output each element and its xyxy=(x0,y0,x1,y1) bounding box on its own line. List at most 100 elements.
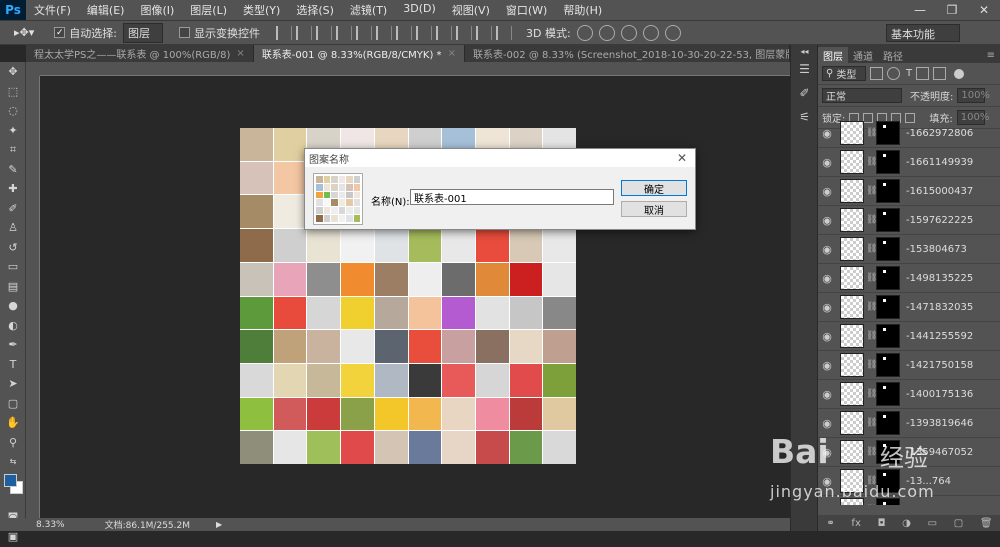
menu-item[interactable]: 3D(D) xyxy=(395,2,444,18)
layer-filter-dropdown[interactable]: ⚲ 类型 xyxy=(822,66,866,81)
swap-colors-icon[interactable]: ⇆ xyxy=(0,452,26,472)
status-menu-arrow-icon[interactable]: ▶ xyxy=(216,520,222,529)
visibility-eye-icon[interactable]: ◉ xyxy=(818,301,836,314)
roll-3d-icon[interactable] xyxy=(598,24,615,41)
mask-link-icon[interactable]: ⛓ xyxy=(866,302,877,312)
tab-channels[interactable]: 通道 xyxy=(848,47,878,63)
history-brush-tool-icon[interactable]: ↺ xyxy=(0,238,26,258)
healing-brush-tool-icon[interactable]: ✚ xyxy=(0,179,26,199)
mask-link-icon[interactable]: ⛓ xyxy=(866,215,877,225)
mask-link-icon[interactable]: ⛓ xyxy=(866,273,877,283)
visibility-eye-icon[interactable]: ◉ xyxy=(818,359,836,372)
layer-row[interactable]: ◉ ⛓ -1661149939 xyxy=(818,148,1000,177)
visibility-eye-icon[interactable]: ◉ xyxy=(818,417,836,430)
type-tool-icon[interactable]: T xyxy=(0,355,26,375)
close-icon[interactable]: ✕ xyxy=(968,0,1000,20)
workspace-dropdown[interactable]: 基本功能 xyxy=(886,24,960,42)
mask-link-icon[interactable]: ⛓ xyxy=(866,360,877,370)
visibility-eye-icon[interactable]: ◉ xyxy=(818,330,836,343)
opacity-input[interactable]: 100% xyxy=(957,88,990,103)
slide-3d-icon[interactable] xyxy=(642,24,659,41)
align-right-icon[interactable] xyxy=(375,25,392,40)
menu-item[interactable]: 窗口(W) xyxy=(498,2,555,18)
drag-3d-icon[interactable] xyxy=(620,24,637,41)
clone-stamp-tool-icon[interactable]: ♙ xyxy=(0,218,26,238)
visibility-eye-icon[interactable]: ◉ xyxy=(818,388,836,401)
blur-tool-icon[interactable]: ● xyxy=(0,296,26,316)
layer-name[interactable]: -1661149939 xyxy=(906,157,973,168)
distribute-top-icon[interactable] xyxy=(395,25,412,40)
cancel-button[interactable]: 取消 xyxy=(621,201,687,217)
layer-row[interactable]: ◉ ⛓ -1400175136 xyxy=(818,380,1000,409)
move-tool-preset-icon[interactable]: ▸✥▾ xyxy=(14,26,34,39)
tab-close-icon[interactable]: × xyxy=(448,48,456,59)
brush-tool-icon[interactable]: ✐ xyxy=(0,199,26,219)
layer-mask-thumbnail[interactable] xyxy=(876,237,900,261)
hand-tool-icon[interactable]: ✋ xyxy=(0,413,26,433)
ok-button[interactable]: 确定 xyxy=(621,180,687,196)
menu-item[interactable]: 帮助(H) xyxy=(555,2,610,18)
align-left-icon[interactable] xyxy=(335,25,352,40)
mask-link-icon[interactable]: ⛓ xyxy=(866,128,877,138)
menu-item[interactable]: 视图(V) xyxy=(444,2,498,18)
layer-mask-thumbnail[interactable] xyxy=(876,324,900,348)
distribute-left-icon[interactable] xyxy=(455,25,472,40)
menu-item[interactable]: 文件(F) xyxy=(26,2,79,18)
layer-mask-thumbnail[interactable] xyxy=(876,266,900,290)
rectangle-tool-icon[interactable]: ▢ xyxy=(0,394,26,414)
visibility-eye-icon[interactable]: ◉ xyxy=(818,185,836,198)
canvas-area[interactable] xyxy=(40,76,790,518)
document-tab[interactable]: 程太太学PS之——联系表 @ 100%(RGB/8) × xyxy=(26,45,254,62)
dodge-tool-icon[interactable]: ◐ xyxy=(0,316,26,336)
layer-mask-thumbnail[interactable] xyxy=(876,150,900,174)
mask-link-icon[interactable]: ⛓ xyxy=(866,186,877,196)
layer-row[interactable]: ◉ ⛓ -1421750158 xyxy=(818,351,1000,380)
layer-mask-thumbnail[interactable] xyxy=(876,295,900,319)
layer-row[interactable]: ◉ ⛓ -1597622225 xyxy=(818,206,1000,235)
distribute-bottom-icon[interactable] xyxy=(435,25,452,40)
align-vcenter-icon[interactable] xyxy=(295,25,312,40)
layer-name[interactable]: -1662972806 xyxy=(906,128,973,139)
scale-3d-icon[interactable] xyxy=(664,24,681,41)
blend-mode-dropdown[interactable]: 正常 xyxy=(822,88,902,103)
distribute-vcenter-icon[interactable] xyxy=(415,25,432,40)
mask-link-icon[interactable]: ⛓ xyxy=(866,389,877,399)
document-tab[interactable]: 联系表-002 @ 8.33% (Screenshot_2018-10-30-2… xyxy=(465,45,790,62)
layer-name[interactable]: -1615000437 xyxy=(906,186,973,197)
layer-row[interactable]: ◉ ⛓ -153804673 xyxy=(818,235,1000,264)
auto-select-checkbox[interactable]: ✓ xyxy=(54,27,66,38)
layer-name[interactable]: -1421750158 xyxy=(906,360,973,371)
visibility-eye-icon[interactable]: ◉ xyxy=(818,243,836,256)
eraser-tool-icon[interactable]: ▭ xyxy=(0,257,26,277)
visibility-eye-icon[interactable]: ◉ xyxy=(818,214,836,227)
layer-row[interactable]: ◉ ⛓ -1615000437 xyxy=(818,177,1000,206)
type-filter-icon[interactable]: T xyxy=(906,68,912,79)
menu-item[interactable]: 类型(Y) xyxy=(235,2,288,18)
layer-row[interactable]: ◉ ⛓ -1441255592 xyxy=(818,322,1000,351)
auto-select-dropdown[interactable]: 图层 xyxy=(122,22,163,43)
adjustment-filter-icon[interactable] xyxy=(887,67,900,80)
crop-tool-icon[interactable]: ⌗ xyxy=(0,140,26,160)
marquee-tool-icon[interactable]: ⬚ xyxy=(0,82,26,102)
layer-name[interactable]: -1441255592 xyxy=(906,331,973,342)
collapse-dock-icon[interactable]: ◂◂ xyxy=(791,45,818,57)
pattern-name-input[interactable]: 联系表-001 xyxy=(410,189,614,205)
pen-tool-icon[interactable]: ✒ xyxy=(0,335,26,355)
gradient-tool-icon[interactable]: ▤ xyxy=(0,277,26,297)
align-top-icon[interactable] xyxy=(275,25,292,40)
layer-name[interactable]: -1471832035 xyxy=(906,302,973,313)
menu-item[interactable]: 图像(I) xyxy=(132,2,182,18)
minimize-icon[interactable]: — xyxy=(904,0,936,20)
horizontal-ruler[interactable] xyxy=(40,62,790,76)
layer-mask-thumbnail[interactable] xyxy=(876,208,900,232)
mask-link-icon[interactable]: ⛓ xyxy=(866,157,877,167)
adjustments-panel-icon[interactable]: ⚟ xyxy=(791,105,818,129)
document-tab[interactable]: 联系表-001 @ 8.33%(RGB/8/CMYK) * × xyxy=(253,45,465,62)
visibility-eye-icon[interactable]: ◉ xyxy=(818,156,836,169)
smart-object-filter-icon[interactable] xyxy=(933,67,947,80)
move-tool-icon[interactable]: ✥ xyxy=(0,62,26,82)
menu-item[interactable]: 滤镜(T) xyxy=(342,2,395,18)
layer-name[interactable]: -1597622225 xyxy=(906,215,973,226)
lasso-tool-icon[interactable]: ◌ xyxy=(0,101,26,121)
mask-link-icon[interactable]: ⛓ xyxy=(866,418,877,428)
